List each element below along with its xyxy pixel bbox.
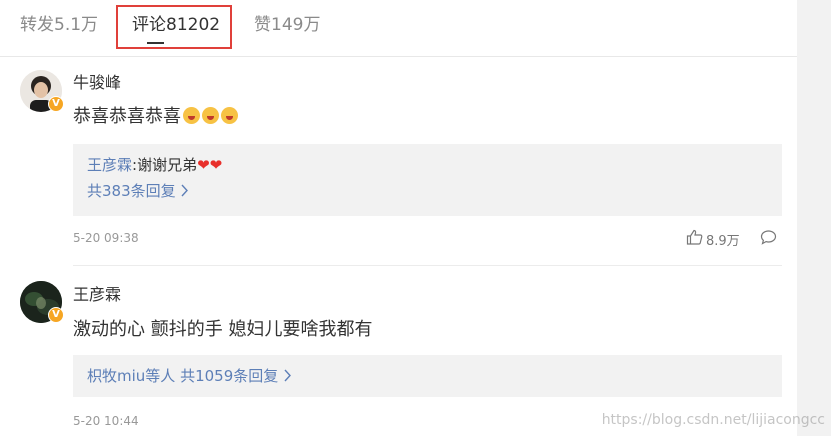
reply-author-link[interactable]: 王彦霖 [87,156,132,174]
verified-badge-icon: V [48,96,64,112]
chevron-right-icon [181,184,189,197]
reply-preview: 枳牧miu等人 共1059条回复 [73,355,782,397]
comment-text-content: 恭喜恭喜恭喜 [73,106,181,127]
heart-icon: ❤ [209,156,223,174]
view-replies-link[interactable]: 共383条回复 [87,181,189,201]
reply-preview: 王彦霖:谢谢兄弟❤❤ 共383条回复 [73,144,782,216]
reply-line: 王彦霖:谢谢兄弟❤❤ [87,155,222,175]
reply-count: 共1059条回复 [180,367,279,385]
thumbs-up-icon[interactable] [686,229,703,245]
heart-icon: ❤ [197,156,210,174]
view-replies-link[interactable]: 枳牧miu等人 共1059条回复 [87,366,292,386]
reply-authors: 枳牧miu等人 [87,367,176,385]
reply-count: 共383条回复 [87,182,176,200]
like-count: 8.9万 [706,234,740,249]
tab-likes[interactable]: 赞149万 [254,14,320,36]
watermark: https://blog.csdn.net/lijiacongcc [601,412,825,428]
emoji-icon [221,107,238,124]
comment-timestamp: 5-20 09:38 [73,231,139,245]
comment-divider [73,265,782,266]
comment-username[interactable]: 王彦霖 [73,285,121,305]
emoji-icon [183,107,200,124]
tab-bar: 转发5.1万 评论81202 赞149万 [0,0,797,57]
active-tab-indicator [147,42,164,44]
reply-text: :谢谢兄弟 [132,156,198,174]
highlight-box [116,5,232,49]
tab-reposts[interactable]: 转发5.1万 [20,14,98,36]
comment-timestamp: 5-20 10:44 [73,414,139,428]
comment-panel: 转发5.1万 评论81202 赞149万 V 牛骏峰 恭喜恭喜恭喜 王彦霖:谢谢… [0,0,797,436]
comment-text: 恭喜恭喜恭喜 [73,105,238,129]
chevron-right-icon [284,369,291,382]
emoji-icon [202,107,219,124]
comment-bubble-icon[interactable] [760,229,777,245]
comment-text: 激动的心 颤抖的手 媳妇儿要啥我都有 [73,319,373,340]
comment-username[interactable]: 牛骏峰 [73,73,121,93]
verified-badge-icon: V [48,307,64,323]
